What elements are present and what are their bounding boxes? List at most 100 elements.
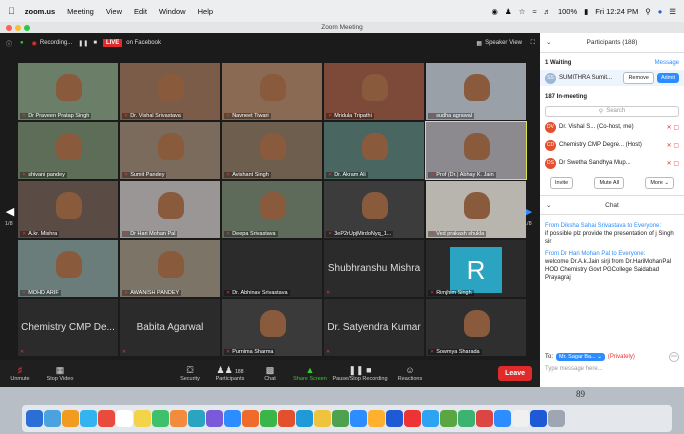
menu-app-name[interactable]: zoom.us [25, 7, 55, 16]
dock-app-icon[interactable] [296, 410, 313, 427]
menu-edit[interactable]: Edit [134, 7, 147, 16]
participants-button[interactable]: ♟♟ 188 Participants [210, 365, 250, 382]
admit-button[interactable]: Admit [656, 73, 679, 83]
participant-tile[interactable]: ✕ A.kr. Mishra [18, 181, 118, 238]
participant-tile[interactable]: ✕ MOHD ARIF [18, 240, 118, 297]
dock-app-icon[interactable] [98, 410, 115, 427]
dock-app-icon[interactable] [206, 410, 223, 427]
participant-tile[interactable]: R ✕ Rimjhim Singh [426, 240, 526, 297]
participant-tile[interactable]: ✕ 3eP2rUpjMirdoNyq_1... [324, 181, 424, 238]
participant-tile[interactable]: Dr. Satyendra Kumar ✕ [324, 299, 424, 356]
minimize-window-button[interactable] [15, 25, 21, 31]
participant-tile[interactable]: Chemistry CMP De... ✕ [18, 299, 118, 356]
invite-button[interactable]: Invite [550, 177, 574, 189]
zoom-window-button[interactable] [24, 25, 30, 31]
participant-tile[interactable]: ✕ Purnima Sharma [222, 299, 322, 356]
dock-app-icon[interactable] [80, 410, 97, 427]
participant-tile[interactable]: ✕ Dr Praveen Pratap Singh [18, 63, 118, 120]
shield-icon[interactable]: ● [20, 40, 24, 46]
info-icon[interactable]: ⓘ [6, 39, 12, 48]
volume-icon[interactable]: ♬ [543, 7, 551, 16]
participant-tile[interactable]: ✕ shivani pandey [18, 122, 118, 179]
participant-row[interactable]: DS Dr Swetha Sandhya Mup... ✕ ▢ [540, 154, 684, 172]
close-window-button[interactable] [6, 25, 12, 31]
collapse-icon[interactable]: ⌄ [546, 33, 551, 53]
remove-button[interactable]: Remove [623, 72, 654, 84]
pause-recording-icon[interactable]: ❚❚ [78, 40, 88, 47]
dock-app-icon[interactable] [260, 410, 277, 427]
dock-app-icon[interactable] [476, 410, 493, 427]
chat-button[interactable]: ▩ Chat [250, 365, 290, 382]
participant-tile[interactable]: ✕ Dr. Vishal Srivastava [120, 63, 220, 120]
speaker-view-button[interactable]: ▦ Speaker View [476, 40, 522, 47]
menu-window[interactable]: Window [159, 7, 186, 16]
mic-muted-icon[interactable]: ✕ ▢ [667, 142, 679, 149]
participant-tile[interactable]: ✕ Deepa Srivastava [222, 181, 322, 238]
participant-tile[interactable]: Babita Agarwal ✕ [120, 299, 220, 356]
dock-app-icon[interactable] [134, 410, 151, 427]
fullscreen-icon[interactable]: ⛶ [531, 40, 535, 47]
dock-app-icon[interactable] [530, 410, 547, 427]
participant-tile[interactable]: ✕ Sowmya Sharada [426, 299, 526, 356]
reactions-button[interactable]: ☺ Reactions [390, 365, 430, 382]
spotlight-icon[interactable]: ⚲ [645, 7, 651, 16]
participant-row[interactable]: DV Dr. Vishal S... (Co-host, me) ✕ ▢ [540, 118, 684, 136]
dock-app-icon[interactable] [458, 410, 475, 427]
stop-recording-icon[interactable]: ■ [93, 40, 97, 46]
participant-row[interactable]: CD Chemistry CMP Degre... (Host) ✕ ▢ [540, 136, 684, 154]
battery-icon[interactable]: ▮ [584, 7, 588, 16]
menu-view[interactable]: View [106, 7, 122, 16]
pause-stop-recording-button[interactable]: ❚❚ ■ Pause/Stop Recording [330, 365, 390, 382]
participant-tile[interactable]: ✕ Dr Hari Mohan Pal [120, 181, 220, 238]
mic-muted-icon[interactable]: ✕ ▢ [667, 160, 679, 167]
participant-tile[interactable]: ✕ Avishant Singh [222, 122, 322, 179]
dock-app-icon[interactable] [386, 410, 403, 427]
menu-help[interactable]: Help [198, 7, 213, 16]
dock-app-icon[interactable] [152, 410, 169, 427]
bluetooth-icon[interactable]: ☆ [519, 7, 526, 16]
dock-app-icon[interactable] [242, 410, 259, 427]
dock-app-icon[interactable] [422, 410, 439, 427]
menu-meeting[interactable]: Meeting [67, 7, 94, 16]
wifi-icon[interactable]: ≈ [532, 7, 536, 16]
dock-app-icon[interactable] [170, 410, 187, 427]
participant-tile[interactable]: ✕ AWANISH PANDEY [120, 240, 220, 297]
dock-app-icon[interactable] [188, 410, 205, 427]
security-button[interactable]: ⛋ Security [170, 365, 210, 382]
participant-tile[interactable]: ✕ Dr. Abhinav Srivastava [222, 240, 322, 297]
chat-more-icon[interactable]: ⋯ [669, 352, 679, 362]
participant-tile[interactable]: ✕ sudha agrawal [426, 63, 526, 120]
participant-tile[interactable]: Shubhranshu Mishra ✕ [324, 240, 424, 297]
collapse-chat-icon[interactable]: ⌄ [546, 196, 551, 216]
message-link[interactable]: Message [655, 60, 679, 66]
dock-app-icon[interactable] [512, 410, 529, 427]
mute-all-button[interactable]: Mute All [594, 177, 625, 189]
participant-tile[interactable]: ✕ Dr. Akram Ali [324, 122, 424, 179]
dock-app-icon[interactable] [350, 410, 367, 427]
unmute-button[interactable]: ♯ Unmute [0, 365, 40, 382]
apple-icon[interactable]:  [8, 6, 15, 16]
participant-tile[interactable]: ✕ Mridula Tripathi [324, 63, 424, 120]
participant-tile[interactable]: ✕ Prof (Dr.) Abhay K. Jain [425, 121, 527, 180]
zoom-status-icon[interactable]: ◉ [491, 7, 498, 16]
share-screen-button[interactable]: ▲ Share Screen [290, 365, 330, 382]
user-icon[interactable]: ♟ [505, 7, 512, 16]
dock-app-icon[interactable] [224, 410, 241, 427]
dock-app-icon[interactable] [332, 410, 349, 427]
dock-app-icon[interactable] [26, 410, 43, 427]
dock-app-icon[interactable] [494, 410, 511, 427]
clock[interactable]: Fri 12:24 PM [595, 7, 638, 16]
participant-tile[interactable]: ✕ Navneet Tiwari [222, 63, 322, 120]
mic-muted-icon[interactable]: ✕ ▢ [667, 124, 679, 131]
profile-icon[interactable]: ● [658, 7, 663, 16]
control-center-icon[interactable]: ☰ [669, 7, 676, 16]
dock-app-icon[interactable] [548, 410, 565, 427]
participant-tile[interactable]: ✕ Ved prakash shukla [426, 181, 526, 238]
more-button[interactable]: More ⌄ [645, 177, 674, 189]
dock-app-icon[interactable] [278, 410, 295, 427]
dock-app-icon[interactable] [116, 410, 133, 427]
dock-app-icon[interactable] [404, 410, 421, 427]
recipient-select[interactable]: Mr. Sagar Ba... ⌄ [556, 353, 605, 361]
participant-tile[interactable]: ✕ Sumit Pandey [120, 122, 220, 179]
stop-video-button[interactable]: ▦ Stop Video [40, 365, 80, 382]
